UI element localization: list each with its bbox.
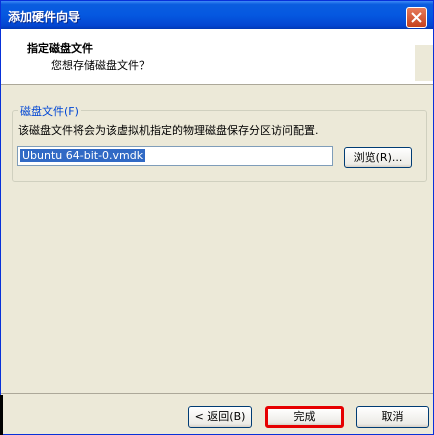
finish-button[interactable]: 完成 <box>265 406 344 428</box>
disk-file-value: Ubuntu 64-bit-0.vmdk <box>20 149 146 162</box>
cancel-button[interactable]: 取消 <box>356 406 429 428</box>
browse-button[interactable]: 浏览(R)... <box>344 147 412 168</box>
step-subtitle: 您想存储磁盘文件？ <box>51 59 150 72</box>
disk-file-legend: 磁盘文件(F) <box>18 103 81 119</box>
add-hardware-wizard-window: 添加硬件向导 指定磁盘文件 您想存储磁盘文件？ 磁盘文件(F) 该磁盘文件将会为… <box>0 0 434 435</box>
step-title: 指定磁盘文件 <box>27 42 93 55</box>
disk-file-input[interactable]: Ubuntu 64-bit-0.vmdk <box>17 146 333 166</box>
title-bar[interactable]: 添加硬件向导 <box>1 1 433 29</box>
back-button[interactable]: < 返回(B) <box>188 406 252 428</box>
header-image-area <box>415 45 433 81</box>
disk-file-description: 该磁盘文件将会为该虚拟机指定的物理磁盘保存分区访问配置. <box>18 124 319 137</box>
window-title: 添加硬件向导 <box>8 10 81 24</box>
footer-divider <box>1 393 433 394</box>
wizard-header: 指定磁盘文件 您想存储磁盘文件？ <box>1 29 433 85</box>
close-button[interactable] <box>406 7 427 28</box>
close-icon <box>411 12 422 23</box>
left-edge-strip <box>0 395 3 435</box>
